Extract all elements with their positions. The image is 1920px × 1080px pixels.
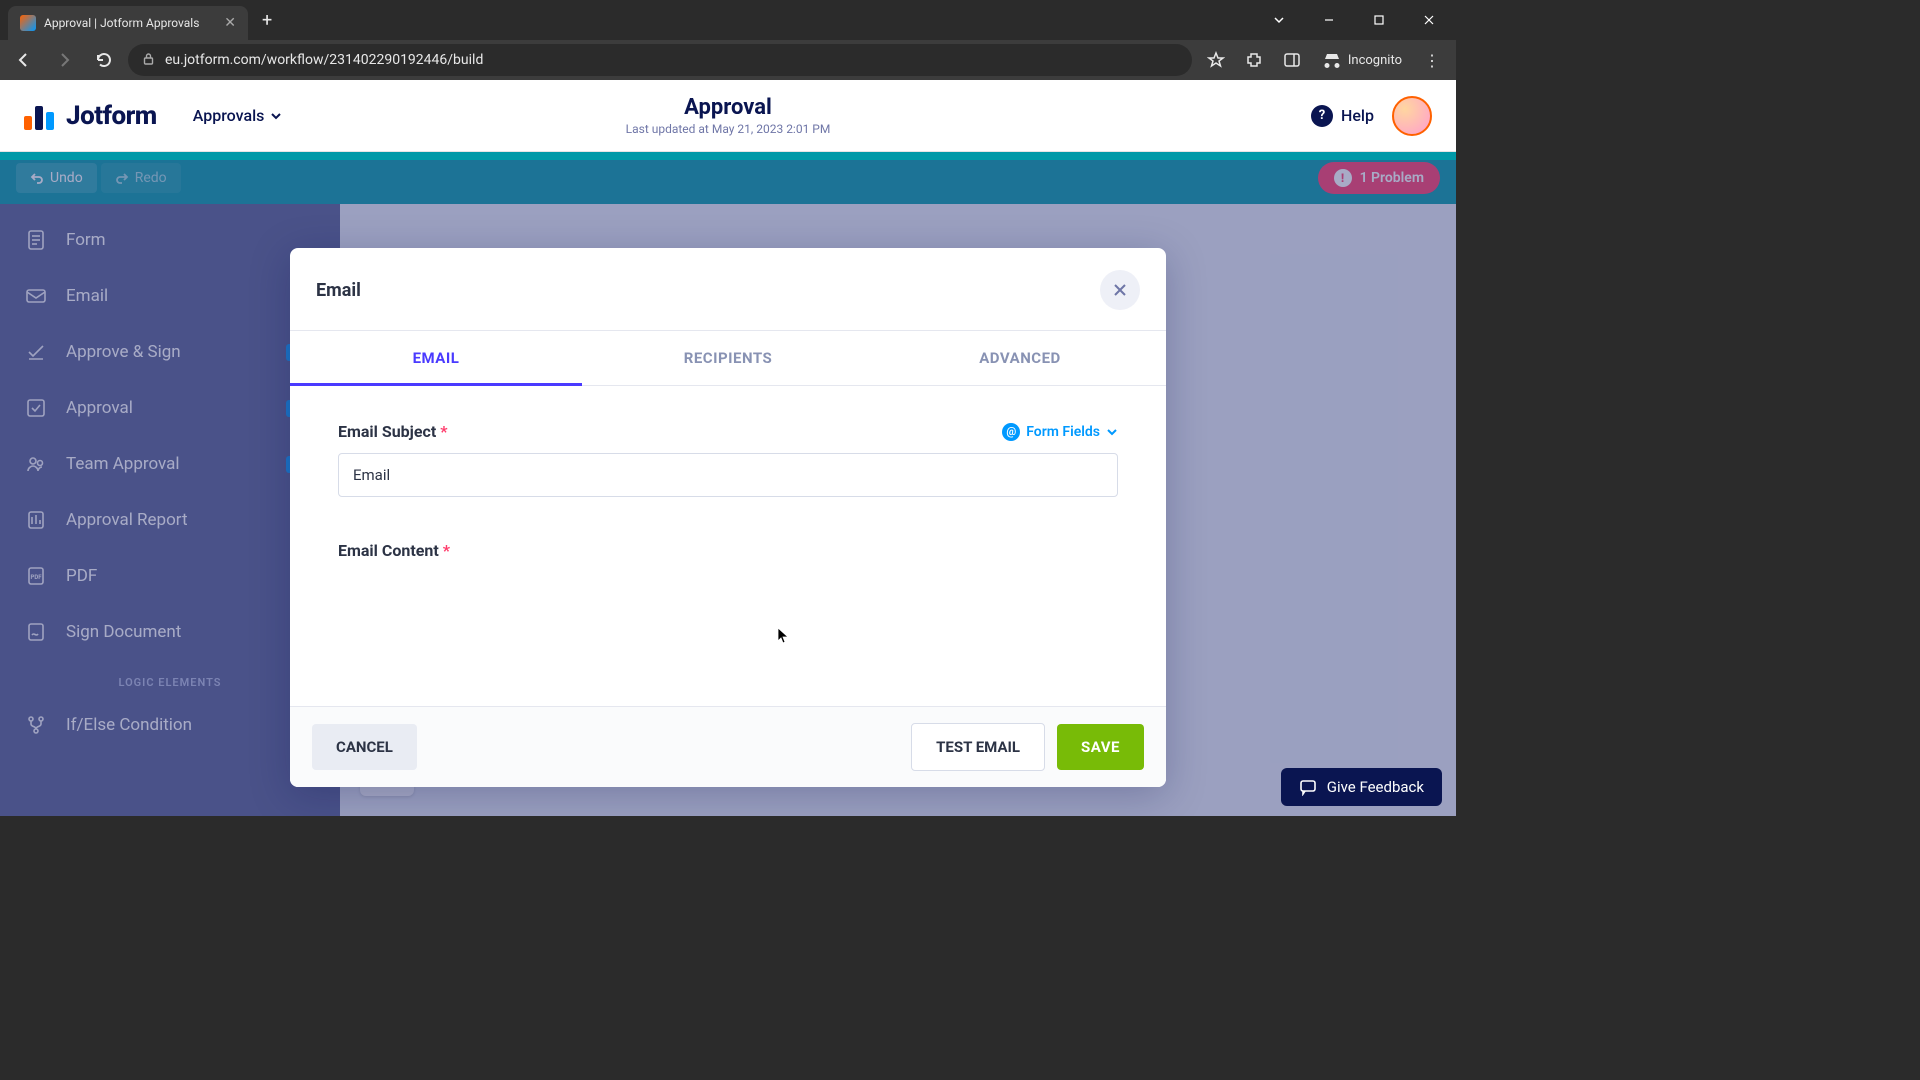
logo-icon <box>24 102 56 130</box>
link-icon: @ <box>1002 423 1020 441</box>
brand-logo[interactable]: Jotform <box>24 101 157 131</box>
close-window-icon[interactable] <box>1406 4 1452 36</box>
content-field-label: Email Content <box>338 541 439 560</box>
incognito-label: Incognito <box>1348 53 1402 68</box>
cancel-button[interactable]: CANCEL <box>312 724 417 770</box>
incognito-indicator[interactable]: Incognito <box>1314 46 1410 74</box>
lock-icon <box>142 52 155 69</box>
tab-search-icon[interactable] <box>1256 4 1302 36</box>
modal-title: Email <box>316 280 361 301</box>
address-bar[interactable]: eu.jotform.com/workflow/231402290192446/… <box>128 44 1192 76</box>
email-content-editor[interactable] <box>338 572 1118 682</box>
test-email-button[interactable]: TEST EMAIL <box>911 723 1045 771</box>
required-indicator: * <box>440 422 447 441</box>
help-icon: ? <box>1311 105 1333 127</box>
incognito-icon <box>1322 50 1342 70</box>
give-feedback-button[interactable]: Give Feedback <box>1281 768 1442 806</box>
app-viewport: Jotform Approvals Approval Last updated … <box>0 80 1456 816</box>
close-icon <box>1112 282 1128 298</box>
form-fields-label: Form Fields <box>1026 424 1100 440</box>
page-title: Approval <box>626 95 831 120</box>
url-text: eu.jotform.com/workflow/231402290192446/… <box>165 52 483 68</box>
browser-menu-icon[interactable]: ⋮ <box>1416 51 1448 70</box>
product-label: Approvals <box>193 106 265 125</box>
feedback-icon <box>1299 778 1317 796</box>
bookmark-icon[interactable] <box>1200 44 1232 76</box>
back-button[interactable] <box>8 44 40 76</box>
browser-tab-strip: Approval | Jotform Approvals ✕ + <box>0 0 1456 40</box>
minimize-icon[interactable] <box>1306 4 1352 36</box>
app-header: Jotform Approvals Approval Last updated … <box>0 80 1456 152</box>
maximize-icon[interactable] <box>1356 4 1402 36</box>
chevron-down-icon <box>1106 426 1118 438</box>
save-button[interactable]: SAVE <box>1057 724 1144 770</box>
chevron-down-icon <box>270 110 282 122</box>
reload-button[interactable] <box>88 44 120 76</box>
last-updated-text: Last updated at May 21, 2023 2:01 PM <box>626 122 831 136</box>
tab-advanced[interactable]: ADVANCED <box>874 331 1166 385</box>
tab-title: Approval | Jotform Approvals <box>44 16 216 30</box>
required-indicator: * <box>443 541 450 560</box>
email-subject-input[interactable] <box>338 453 1118 497</box>
extensions-icon[interactable] <box>1238 44 1270 76</box>
tab-email[interactable]: EMAIL <box>290 331 582 385</box>
subject-field-label: Email Subject <box>338 422 436 441</box>
modal-tabs: EMAIL RECIPIENTS ADVANCED <box>290 330 1166 386</box>
close-modal-button[interactable] <box>1100 270 1140 310</box>
new-tab-button[interactable]: + <box>248 10 286 31</box>
brand-name: Jotform <box>66 101 157 131</box>
email-settings-modal: Email EMAIL RECIPIENTS ADVANCED Email Su… <box>290 248 1166 787</box>
forward-button <box>48 44 80 76</box>
avatar[interactable] <box>1392 96 1432 136</box>
browser-tab-active[interactable]: Approval | Jotform Approvals ✕ <box>8 6 248 40</box>
sidepanel-icon[interactable] <box>1276 44 1308 76</box>
close-tab-icon[interactable]: ✕ <box>224 15 236 31</box>
product-dropdown[interactable]: Approvals <box>193 106 283 125</box>
feedback-label: Give Feedback <box>1327 778 1424 796</box>
form-fields-dropdown[interactable]: @ Form Fields <box>1002 423 1118 441</box>
help-button[interactable]: ? Help <box>1311 105 1374 127</box>
browser-toolbar: eu.jotform.com/workflow/231402290192446/… <box>0 40 1456 80</box>
tab-recipients[interactable]: RECIPIENTS <box>582 331 874 385</box>
favicon-icon <box>20 15 36 31</box>
help-label: Help <box>1341 106 1374 125</box>
